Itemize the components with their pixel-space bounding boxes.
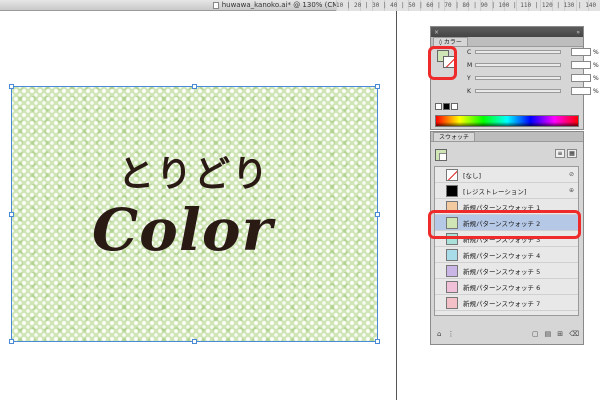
delete-swatch-icon[interactable]: ⌫: [569, 330, 579, 338]
swatch-row[interactable]: 新規パターンスウォッチ 4: [435, 247, 578, 263]
slider-c-value[interactable]: [571, 48, 591, 56]
tab-swatches[interactable]: スウォッチ: [433, 132, 476, 141]
slider-k-value[interactable]: [571, 87, 591, 95]
selection-handle-top-right[interactable]: [375, 84, 380, 89]
swatch-list[interactable]: [なし] ⊘ [レジストレーション] ⊕ 新規パターンスウォッチ 1 新規パターンスウォッ…: [434, 166, 579, 316]
black-swatch-icon[interactable]: [443, 103, 450, 110]
artwork-title-japanese: とりどり: [118, 153, 271, 195]
swatch-chip: [446, 184, 458, 197]
swatch-name: 新規パターンスウォッチ 7: [463, 299, 541, 308]
document-icon: [212, 1, 219, 9]
selection-handle-bottom-right[interactable]: [375, 339, 380, 344]
list-view-icon[interactable]: ≡: [555, 149, 565, 158]
swatch-chip: [446, 296, 458, 309]
artwork-title-color: Color: [92, 196, 274, 264]
swatch-chip: [446, 280, 458, 293]
none-swatch-icon[interactable]: [435, 103, 442, 110]
swatch-name: [レジストレーション]: [463, 187, 527, 196]
color-panel-tabbar: ◊ カラー: [431, 37, 583, 47]
panel-header[interactable]: × »: [431, 27, 583, 37]
slider-c-unit: %: [593, 48, 599, 56]
swatch-row[interactable]: [なし] ⊘: [435, 167, 578, 183]
tab-swatches-label: スウォッチ: [439, 134, 470, 141]
library-menu-icon[interactable]: ⌂: [437, 330, 441, 338]
new-swatch-icon[interactable]: ⊞: [557, 330, 563, 338]
selection-handle-middle-left[interactable]: [9, 212, 14, 217]
slider-k[interactable]: K %: [467, 87, 599, 95]
slider-m-label: M: [467, 61, 473, 69]
swatch-type-icon: ⊕: [568, 187, 574, 194]
selection-handle-top-center[interactable]: [192, 84, 197, 89]
grid-view-icon[interactable]: ▦: [567, 149, 577, 158]
swatch-chip: [446, 168, 458, 181]
slider-y-track[interactable]: [475, 76, 561, 80]
current-swatch-preview: [435, 149, 447, 161]
slider-m-value[interactable]: [571, 61, 591, 69]
slider-m[interactable]: M %: [467, 61, 599, 69]
slider-k-track[interactable]: [475, 89, 561, 93]
swatch-type-icon: ⊘: [568, 171, 574, 178]
slider-k-unit: %: [593, 87, 599, 95]
artboard-edge: [396, 11, 397, 400]
swatch-options-icon[interactable]: ▢: [532, 330, 539, 338]
slider-y-label: Y: [467, 74, 471, 82]
color-spectrum-bar[interactable]: [435, 115, 579, 127]
tab-color-label: カラー: [443, 39, 462, 46]
swatch-row[interactable]: 新規パターンスウォッチ 7: [435, 295, 578, 311]
slider-c-track[interactable]: [475, 50, 561, 54]
swatches-panel-tabbar: スウォッチ: [431, 132, 583, 142]
swatch-name: 新規パターンスウォッチ 6: [463, 283, 541, 292]
selection-handle-bottom-center[interactable]: [192, 339, 197, 344]
horizontal-ruler: 10 | 20 | 30 | 40 | 50 | 60 | 70 | 80 | …: [336, 0, 600, 11]
swatch-name: 新規パターンスウォッチ 4: [463, 251, 541, 260]
slider-c-label: C: [467, 48, 472, 56]
slider-y[interactable]: Y %: [467, 74, 599, 82]
kind-menu-icon[interactable]: ⋮: [447, 330, 454, 338]
slider-k-label: K: [467, 87, 471, 95]
swatch-row[interactable]: 新規パターンスウォッチ 5: [435, 263, 578, 279]
selection-handle-bottom-left[interactable]: [9, 339, 14, 344]
slider-y-unit: %: [593, 74, 599, 82]
swatch-name: 新規パターンスウォッチ 5: [463, 267, 541, 276]
slider-m-track[interactable]: [475, 63, 561, 67]
slider-y-value[interactable]: [571, 74, 591, 82]
swatches-toolbar: ⌂ ⋮ ▢ ▤ ⊞ ⌫: [434, 328, 579, 340]
swatch-row[interactable]: [レジストレーション] ⊕: [435, 183, 578, 199]
new-color-group-icon[interactable]: ▤: [545, 330, 552, 338]
view-toggle: ≡ ▦: [555, 149, 577, 158]
swatch-row[interactable]: 新規パターンスウォッチ 6: [435, 279, 578, 295]
swatch-chip: [446, 248, 458, 261]
white-swatch-icon[interactable]: [451, 103, 458, 110]
slider-m-unit: %: [593, 61, 599, 69]
highlight-callout-fill-stroke: [428, 46, 457, 80]
collapse-icon[interactable]: »: [576, 29, 580, 36]
highlight-callout-selected-swatch: [428, 210, 581, 239]
close-icon[interactable]: ×: [434, 29, 439, 36]
tab-color[interactable]: ◊ カラー: [433, 37, 468, 46]
selection-handle-middle-right[interactable]: [375, 212, 380, 217]
swatch-chip: [446, 264, 458, 277]
slider-c[interactable]: C %: [467, 48, 599, 56]
swatch-name: [なし]: [463, 171, 482, 180]
selection-handle-top-left[interactable]: [9, 84, 14, 89]
